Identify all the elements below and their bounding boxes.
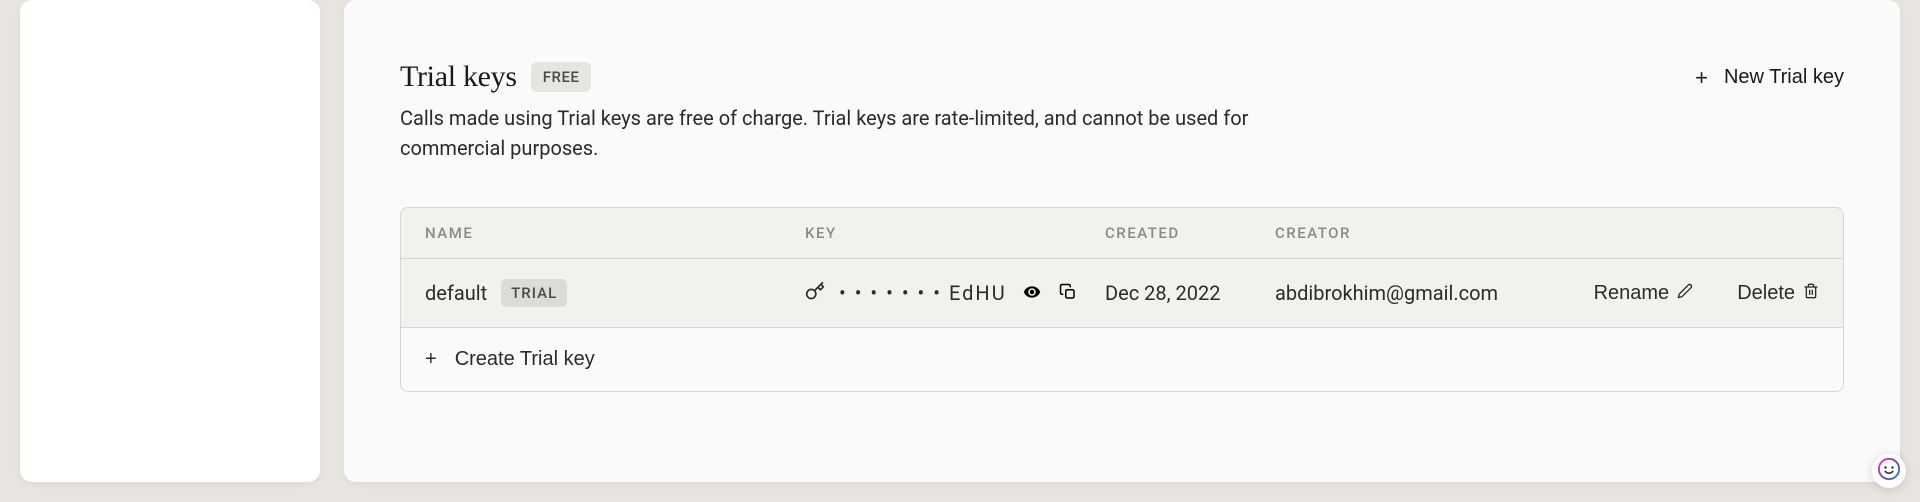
trial-badge: TRIAL	[501, 279, 567, 307]
reveal-key-button[interactable]	[1021, 281, 1043, 306]
section-title: Trial keys	[400, 60, 517, 94]
delete-label: Delete	[1737, 282, 1795, 305]
pencil-icon	[1677, 282, 1693, 305]
rename-label: Rename	[1594, 282, 1670, 305]
copy-icon	[1059, 283, 1077, 304]
key-value-masked: • • • • • • • EdHU	[839, 281, 1007, 305]
free-badge: FREE	[531, 62, 592, 92]
trash-icon	[1803, 282, 1819, 305]
main-content: Trial keys FREE + New Trial key Calls ma…	[344, 0, 1900, 482]
key-creator: abdibrokhim@gmail.com	[1275, 281, 1555, 305]
rename-button[interactable]: Rename	[1594, 282, 1694, 305]
column-header-key: KEY	[805, 224, 1105, 242]
section-description: Calls made using Trial keys are free of …	[400, 103, 1280, 163]
table-row: default TRIAL • • • • • • • EdHU	[401, 259, 1843, 328]
create-key-label: Create Trial key	[455, 348, 595, 371]
plus-icon: +	[425, 348, 437, 371]
column-header-created: CREATED	[1105, 224, 1275, 242]
new-key-label: New Trial key	[1724, 66, 1844, 89]
key-icon	[805, 281, 825, 306]
sidebar-panel	[20, 0, 320, 482]
key-created-date: Dec 28, 2022	[1105, 281, 1275, 305]
create-trial-key-button[interactable]: + Create Trial key	[425, 348, 595, 371]
new-trial-key-button[interactable]: + New Trial key	[1695, 60, 1844, 95]
trial-keys-table: NAME KEY CREATED CREATOR default TRIAL	[400, 207, 1844, 392]
table-header-row: NAME KEY CREATED CREATOR	[401, 208, 1843, 259]
help-widget-button[interactable]	[1872, 454, 1906, 488]
key-name: default	[425, 281, 487, 305]
eye-icon	[1023, 283, 1041, 304]
column-header-creator: CREATOR	[1275, 224, 1555, 242]
column-header-name: NAME	[425, 224, 805, 242]
smiley-icon	[1875, 455, 1903, 487]
copy-key-button[interactable]	[1057, 281, 1079, 306]
delete-button[interactable]: Delete	[1737, 282, 1819, 305]
plus-icon: +	[1695, 67, 1708, 89]
